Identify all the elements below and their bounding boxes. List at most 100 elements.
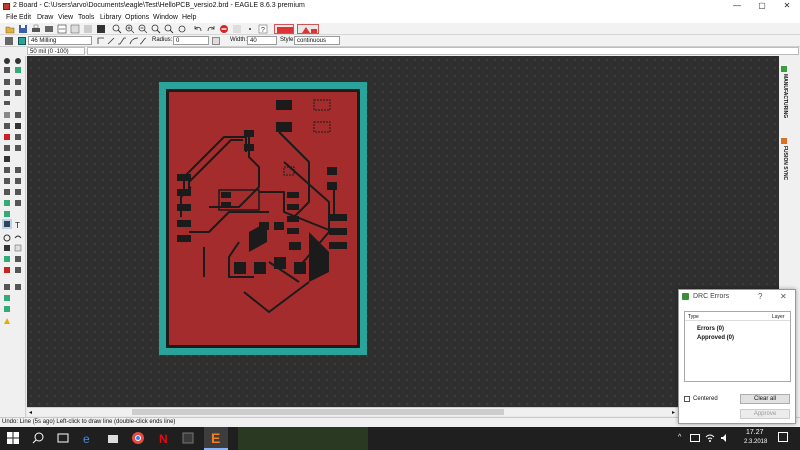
netflix-icon[interactable]: N — [156, 431, 170, 446]
open-icon[interactable] — [5, 24, 15, 34]
drc-title-bar[interactable]: DRC Errors ? ✕ — [679, 290, 795, 304]
drc-approved-node[interactable]: Approved (0) — [697, 335, 734, 341]
schematic-icon[interactable] — [57, 24, 67, 34]
app-icon[interactable] — [181, 431, 195, 445]
redo-icon[interactable] — [206, 24, 216, 34]
drc-help-button[interactable]: ? — [758, 292, 762, 301]
parameter-toolbar: 46 Milling Radius: 0 Width: 40 Style: co… — [0, 35, 800, 47]
wifi-icon[interactable] — [705, 433, 715, 443]
scrollbar-thumb[interactable] — [132, 409, 504, 415]
manufacturing-tab[interactable]: MANUFACTURING — [782, 74, 788, 118]
tool-icons[interactable]: T — [2, 56, 24, 326]
main-toolbar: ? — [0, 23, 800, 35]
drc-col-type[interactable]: Type — [688, 314, 699, 320]
drc-error-list[interactable]: Type Layer Errors (0) Approved (0) — [684, 311, 791, 382]
drc-list-header: Type Layer — [685, 312, 790, 321]
menu-help[interactable]: Help — [179, 13, 199, 23]
battery-icon[interactable] — [690, 434, 700, 442]
layer-select[interactable]: 46 Milling — [28, 36, 92, 45]
board-icon[interactable] — [96, 24, 106, 34]
menu-library[interactable]: Library — [97, 13, 124, 23]
menu-bar: File Edit Draw View Tools Library Option… — [0, 13, 800, 23]
more-icon[interactable] — [245, 24, 255, 34]
close-button[interactable]: ✕ — [775, 0, 799, 13]
drc-close-button[interactable]: ✕ — [780, 292, 787, 301]
title-bar: 2 Board - C:\Users\arvo\Documents\eagle\… — [0, 0, 800, 13]
search-icon[interactable] — [31, 431, 45, 445]
zoom-previous-icon[interactable] — [164, 24, 174, 34]
clear-all-button[interactable]: Clear all — [740, 394, 790, 404]
fusion-sync-tab[interactable]: FUSION SYNC — [782, 146, 788, 180]
volume-icon[interactable] — [720, 433, 730, 443]
redraw-icon[interactable] — [177, 24, 187, 34]
menu-options[interactable]: Options — [122, 13, 152, 23]
command-row: 50 mil (0 -100) — [0, 47, 800, 56]
eagle-taskbar-button[interactable]: E — [204, 427, 228, 450]
clock-time[interactable]: 17.27 — [746, 429, 764, 436]
coordinate-display: 50 mil (0 -100) — [27, 47, 85, 55]
svg-text:N: N — [159, 432, 168, 445]
store-icon[interactable] — [106, 431, 120, 445]
edge-browser-icon[interactable]: e — [81, 431, 95, 446]
cam-icon[interactable] — [44, 24, 54, 34]
drc-errors-dialog: DRC Errors ? ✕ Type Layer Errors (0) App… — [678, 289, 796, 424]
command-line-input[interactable] — [87, 47, 799, 55]
svg-text:?: ? — [261, 27, 265, 34]
width-input[interactable]: 40 — [247, 36, 277, 45]
centered-checkbox[interactable] — [684, 396, 690, 402]
svg-text:e: e — [83, 432, 90, 445]
notification-icon[interactable] — [778, 432, 788, 442]
minimize-button[interactable]: — — [725, 0, 749, 13]
drc-icon — [682, 293, 689, 300]
status-text: Undo: Line (5s ago) Left-click to draw l… — [2, 419, 176, 425]
horizontal-scrollbar[interactable]: ◂ ▸ — [27, 407, 679, 416]
stop-icon[interactable] — [219, 24, 229, 34]
style-select[interactable]: continuous — [294, 36, 340, 45]
drc-errors-node[interactable]: Errors (0) — [697, 326, 724, 332]
radius-input[interactable]: 0 — [173, 36, 209, 45]
grid-icon[interactable] — [5, 37, 13, 45]
undo-icon[interactable] — [193, 24, 203, 34]
menu-draw[interactable]: Draw — [34, 13, 56, 23]
script-icon[interactable] — [70, 24, 80, 34]
scroll-right-arrow-icon[interactable]: ▸ — [672, 409, 675, 416]
menu-view[interactable]: View — [55, 13, 76, 23]
width-label: Width: — [230, 37, 248, 43]
go-icon[interactable] — [232, 24, 242, 34]
drc-col-layer[interactable]: Layer — [772, 314, 785, 320]
save-icon[interactable] — [18, 24, 28, 34]
start-windows-icon[interactable] — [6, 431, 20, 445]
pcb-traces[interactable] — [169, 92, 357, 345]
run-ulp-icon[interactable] — [83, 24, 93, 34]
print-icon[interactable] — [31, 24, 41, 34]
manufacturing-icon[interactable] — [781, 66, 787, 72]
eagle-app-icon — [3, 3, 10, 10]
menu-tools[interactable]: Tools — [75, 13, 97, 23]
zoom-in-icon[interactable] — [125, 24, 135, 34]
style-label: Style: — [280, 37, 296, 43]
fusion-sync-tab-icon[interactable] — [781, 138, 787, 144]
centered-label: Centered — [693, 396, 718, 402]
zoom-select-icon[interactable] — [151, 24, 161, 34]
bend-style-icons[interactable] — [96, 36, 147, 46]
radius-label: Radius: — [152, 37, 173, 43]
menu-edit[interactable]: Edit — [16, 13, 34, 23]
help-icon[interactable]: ? — [258, 24, 268, 34]
windows-taskbar: e N E ^ 17.27 2.3.2018 — [0, 427, 800, 450]
approve-button[interactable]: Approve — [740, 409, 790, 419]
menu-window[interactable]: Window — [150, 13, 181, 23]
zoom-fit-icon[interactable] — [112, 24, 122, 34]
scroll-left-arrow-icon[interactable]: ◂ — [29, 409, 32, 416]
taskbar-wallpaper-strip — [238, 427, 368, 450]
tray-expand-icon[interactable]: ^ — [678, 434, 681, 441]
task-view-icon[interactable] — [56, 431, 70, 445]
zoom-out-icon[interactable] — [138, 24, 148, 34]
maximize-button[interactable]: ▢ — [750, 0, 774, 13]
svg-text:E: E — [211, 430, 220, 446]
board-canvas[interactable] — [27, 56, 779, 407]
push-to-fusion-icon[interactable] — [297, 24, 319, 34]
radius-mode-icon[interactable] — [212, 37, 220, 45]
clock-date[interactable]: 2.3.2018 — [744, 439, 767, 445]
chrome-icon[interactable] — [131, 431, 145, 445]
fusion-sync-icon[interactable] — [274, 24, 294, 34]
